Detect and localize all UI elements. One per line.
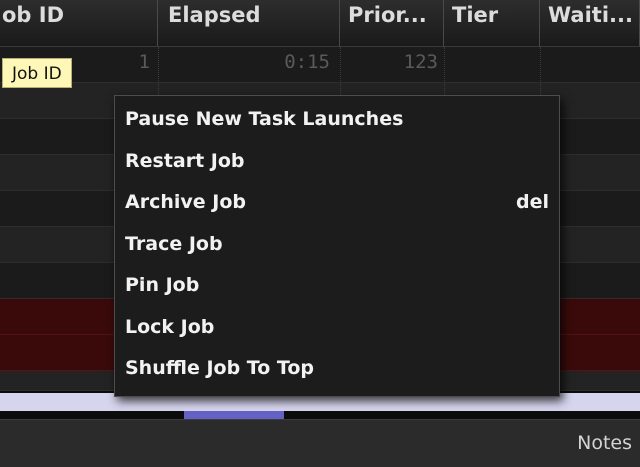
cell-elapsed: 0:15 xyxy=(284,51,330,73)
menu-item-label: Lock Job xyxy=(125,315,215,338)
menu-item-pause-new-task-launches[interactable]: Pause New Task Launches xyxy=(115,99,559,141)
menu-item-label: Archive Job xyxy=(125,191,246,213)
menu-item-shuffle-job-to-top[interactable]: Shuffle Job To Top xyxy=(115,348,559,390)
menu-item-lock-job[interactable]: Lock Job xyxy=(115,307,559,349)
menu-item-archive-job[interactable]: Archive Job del xyxy=(115,182,559,224)
horizontal-scrollbar-thumb[interactable] xyxy=(184,411,284,419)
menu-item-restart-job[interactable]: Restart Job xyxy=(115,141,559,183)
footer-panel: Notes xyxy=(0,419,640,467)
menu-item-trace-job[interactable]: Trace Job xyxy=(115,224,559,266)
table-header: ob ID Elapsed Prior... Tier Waiti... xyxy=(0,0,640,47)
menu-item-label: Trace Job xyxy=(125,232,223,255)
column-header-tier[interactable]: Tier xyxy=(444,0,540,46)
cell-job-id: 1 xyxy=(138,51,150,73)
context-menu: Pause New Task Launches Restart Job Arch… xyxy=(114,95,560,397)
notes-label[interactable]: Notes xyxy=(577,432,632,454)
column-header-waiting[interactable]: Waiti... xyxy=(540,0,640,46)
menu-item-label: Shuffle Job To Top xyxy=(125,357,314,379)
tooltip: Job ID xyxy=(2,58,72,88)
menu-item-label: Pin Job xyxy=(125,274,200,296)
table-row[interactable]: 1 0:15 123 xyxy=(0,47,640,83)
column-header-priority[interactable]: Prior... xyxy=(340,0,444,46)
menu-item-label: Restart Job xyxy=(125,149,245,172)
menu-item-shortcut: del xyxy=(516,191,549,213)
menu-item-label: Pause New Task Launches xyxy=(125,108,404,130)
column-header-job-id[interactable]: ob ID xyxy=(0,0,158,46)
column-header-elapsed[interactable]: Elapsed xyxy=(158,0,340,46)
menu-item-pin-job[interactable]: Pin Job xyxy=(115,265,559,307)
cell-priority: 123 xyxy=(403,51,438,73)
